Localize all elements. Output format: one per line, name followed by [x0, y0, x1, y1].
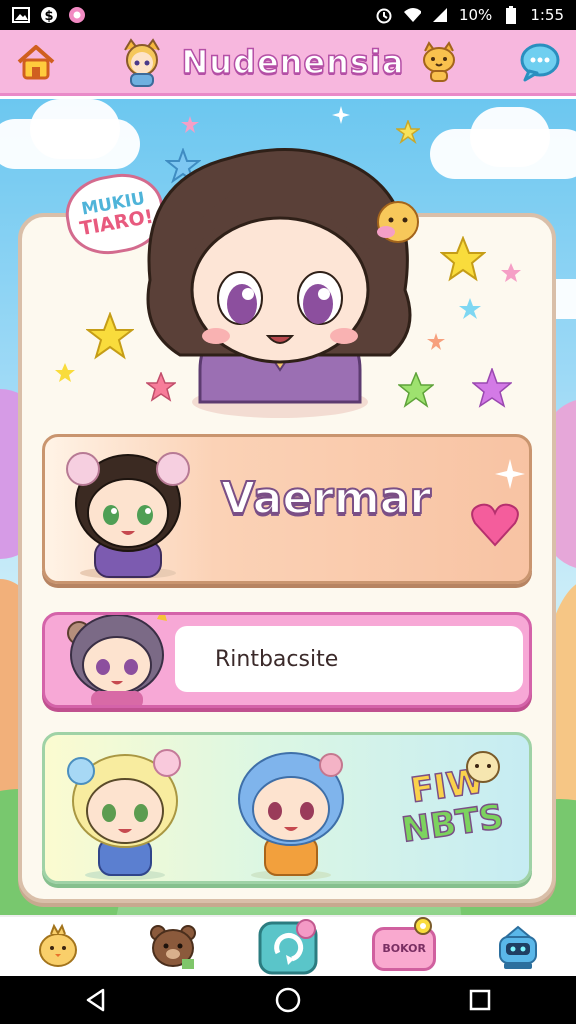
chick-icon — [38, 923, 77, 967]
star-icon — [146, 372, 176, 402]
menu-item2-label: Rintbacsite — [215, 646, 339, 672]
nav-refresh[interactable] — [253, 918, 323, 975]
chat-button[interactable] — [518, 40, 562, 84]
system-nav — [0, 976, 576, 1024]
menu-item2-panel: Rintbacsite — [175, 626, 523, 692]
title-group: Nudenensia — [117, 36, 458, 88]
avatar — [238, 752, 344, 880]
menu-item1-label: Vaermar — [220, 472, 432, 525]
signal-icon — [431, 6, 449, 24]
status-time: 1:55 — [530, 6, 564, 24]
robot-icon — [499, 925, 538, 969]
dollar-icon: $ — [40, 6, 58, 24]
sparkle-icon — [332, 106, 350, 124]
star-icon — [398, 372, 434, 408]
status-bar: $ 10% 1:55 — [0, 0, 576, 30]
ring-icon — [414, 916, 433, 935]
menu-item-vaermar[interactable]: Vaermar — [42, 434, 532, 584]
chat-bubble-icon — [520, 43, 560, 81]
recents-icon — [469, 989, 491, 1011]
system-home-button[interactable] — [264, 976, 312, 1024]
star-icon — [181, 116, 199, 133]
home-circle-icon — [275, 987, 301, 1013]
bear-icon — [149, 924, 196, 969]
home-icon — [17, 44, 55, 79]
star-icon — [440, 236, 486, 282]
app-title: Nudenensia — [181, 42, 405, 82]
status-right: 10% 1:55 — [375, 6, 564, 24]
heart-icon — [471, 503, 519, 547]
star-icon — [459, 298, 481, 319]
menu-item-rintbacsite[interactable]: Rintbacsite — [42, 612, 532, 708]
cat-mascot-icon — [422, 40, 455, 82]
refresh-icon — [258, 918, 318, 974]
star-icon — [55, 363, 75, 382]
alarm-icon — [375, 6, 393, 24]
status-left: $ — [12, 6, 86, 24]
nav-badge[interactable]: BOKOR — [368, 916, 438, 975]
wifi-icon — [403, 6, 421, 24]
avatar — [66, 452, 190, 579]
bottom-nav: BOKOR — [0, 915, 576, 976]
ghost-icon — [466, 751, 500, 783]
cloud — [30, 99, 120, 159]
sparkle-icon — [495, 459, 525, 489]
avatar — [67, 615, 167, 705]
star-icon — [86, 312, 134, 360]
candy-icon — [68, 6, 86, 24]
nav-robot[interactable] — [483, 919, 553, 975]
svg-text:$: $ — [44, 9, 53, 24]
avatar — [67, 749, 181, 880]
star-icon — [501, 263, 521, 282]
cloud — [470, 107, 550, 167]
nav-chick[interactable] — [23, 919, 93, 975]
nav-bear[interactable] — [138, 919, 208, 975]
home-button[interactable] — [14, 40, 58, 84]
back-icon — [86, 988, 105, 1012]
system-recents-button[interactable] — [456, 976, 504, 1024]
photo-icon — [12, 6, 30, 24]
app-header: Nudenensia — [0, 30, 576, 96]
badge-label: BOKOR — [382, 942, 426, 955]
star-icon — [472, 368, 512, 408]
battery-icon — [502, 6, 520, 24]
battery-percent: 10% — [458, 6, 493, 24]
star-icon — [427, 333, 445, 350]
system-back-button[interactable] — [72, 976, 120, 1024]
chibi-mascot-icon — [124, 37, 161, 87]
menu-item-fiw-nbts[interactable]: FIW NBTS — [42, 732, 532, 884]
